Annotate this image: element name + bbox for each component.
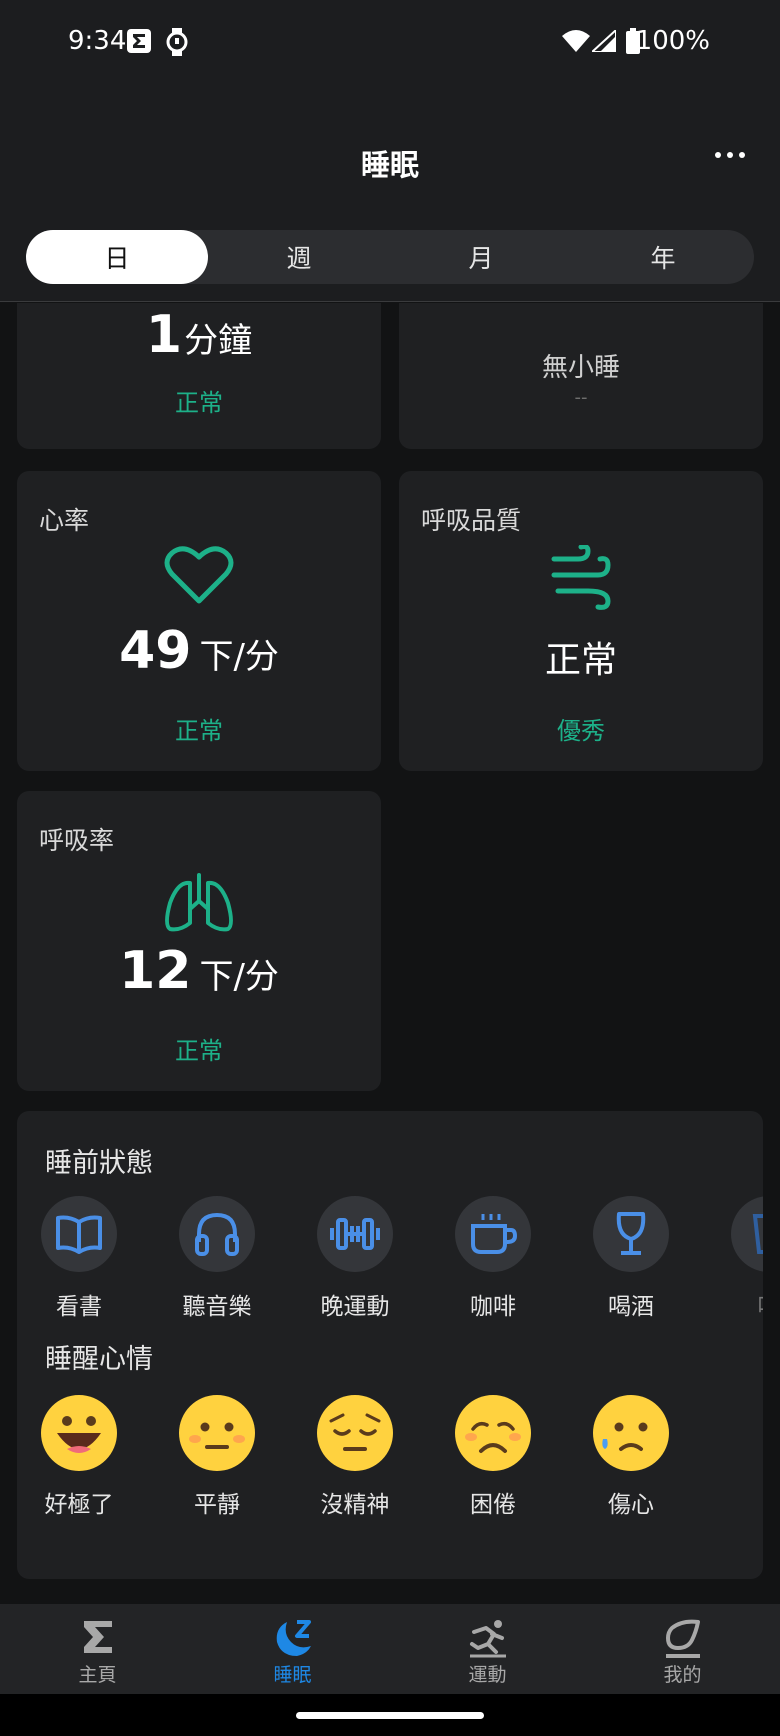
breathing-rate-status: 正常 <box>175 1037 223 1065</box>
nav-exercise[interactable]: 運動 <box>390 1604 585 1694</box>
nap-card[interactable]: 無小睡 -- <box>399 303 763 449</box>
weary-face-icon <box>455 1395 531 1471</box>
pre-sleep-coffee-button[interactable] <box>455 1196 531 1272</box>
bottom-navigation: 主頁 睡眠 運動 我的 <box>0 1604 780 1694</box>
running-icon <box>469 1620 506 1658</box>
pre-sleep-label: 喝 <box>704 1287 764 1321</box>
cup-icon <box>752 1214 763 1254</box>
pre-sleep-label: 咖啡 <box>470 1294 516 1320</box>
gesture-handle[interactable] <box>296 1712 484 1719</box>
nav-profile[interactable]: 我的 <box>585 1604 780 1694</box>
breathing-rate-title: 呼吸率 <box>39 826 115 855</box>
wine-glass-icon <box>616 1212 646 1255</box>
mood-sad-button[interactable] <box>593 1395 669 1475</box>
wind-icon <box>551 545 611 610</box>
app-bar: 睡眠 日 週 月 年 <box>0 90 780 302</box>
mood-label: 平靜 <box>194 1492 240 1518</box>
heart-rate-card[interactable]: 心率 49 下/分 正常 <box>17 471 381 771</box>
dumbbell-icon <box>330 1218 380 1250</box>
book-icon <box>56 1215 102 1254</box>
grinning-face-icon <box>41 1395 117 1471</box>
mood-sleepy-button[interactable] <box>455 1395 531 1475</box>
pre-sleep-label: 聽音樂 <box>182 1294 252 1320</box>
moon-sleep-icon <box>276 1620 311 1656</box>
profile-icon <box>665 1619 700 1658</box>
more-options-icon[interactable] <box>710 140 750 170</box>
tab-month[interactable]: 月 <box>390 230 572 284</box>
watch-icon <box>166 28 188 56</box>
neutral-face-icon <box>179 1395 255 1471</box>
mood-label: 沒精神 <box>320 1492 390 1518</box>
sigma-icon <box>83 1621 112 1653</box>
period-tabs: 日 週 月 年 <box>26 230 754 284</box>
pre-sleep-music-button[interactable] <box>179 1196 255 1272</box>
mood-label: 傷心 <box>608 1492 654 1518</box>
coffee-icon <box>471 1214 517 1254</box>
tab-day[interactable]: 日 <box>26 230 208 284</box>
mood-great-button[interactable] <box>41 1395 117 1475</box>
mood-calm-button[interactable] <box>179 1395 255 1475</box>
heart-icon <box>164 546 234 604</box>
battery-percent: 100% <box>635 26 710 56</box>
breathing-quality-card[interactable]: 呼吸品質 正常 優秀 <box>399 471 763 771</box>
breathing-quality-status: 優秀 <box>557 717 605 745</box>
pre-sleep-label: 喝酒 <box>608 1294 654 1320</box>
tab-year[interactable]: 年 <box>572 230 754 284</box>
awake-duration-value: 1分鐘 <box>145 305 253 365</box>
heart-rate-value: 49 下/分 <box>119 621 279 681</box>
sleep-log-card: 睡前狀態 看書 聽音樂 晚運動 咖啡 喝酒 睡醒心情 好極了 平靜 沒精神 困倦… <box>17 1111 763 1579</box>
status-bar: 9:34 100% <box>0 0 780 90</box>
awake-duration-card[interactable]: 1分鐘 正常 <box>17 303 381 449</box>
breathing-rate-card[interactable]: 呼吸率 12 下/分 正常 <box>17 791 381 1091</box>
nav-home[interactable]: 主頁 <box>0 1604 195 1694</box>
pre-sleep-label: 晚運動 <box>320 1294 390 1320</box>
cellular-signal-icon <box>592 30 616 52</box>
mood-label: 困倦 <box>470 1492 516 1518</box>
nav-sleep[interactable]: 睡眠 <box>195 1604 390 1694</box>
breathing-rate-value: 12 下/分 <box>119 941 279 1001</box>
sigma-app-icon <box>127 29 151 53</box>
heart-rate-title: 心率 <box>39 506 90 535</box>
page-title: 睡眠 <box>360 148 419 182</box>
tab-week[interactable]: 週 <box>208 230 390 284</box>
breathing-quality-title: 呼吸品質 <box>421 506 522 535</box>
wake-mood-title: 睡醒心情 <box>45 1344 153 1375</box>
sad-face-icon <box>593 1395 669 1471</box>
lungs-icon <box>165 873 233 932</box>
mood-label: 好極了 <box>44 1492 114 1518</box>
pre-sleep-drink-button[interactable] <box>731 1196 763 1272</box>
headphones-icon <box>195 1212 239 1256</box>
pre-sleep-alcohol-button[interactable] <box>593 1196 669 1272</box>
main-content[interactable]: 1分鐘 正常 無小睡 -- 心率 49 下/分 正常 呼吸品質 正常 優秀 呼吸率 <box>0 303 780 1603</box>
pre-sleep-label: 看書 <box>56 1294 102 1320</box>
pre-sleep-exercise-button[interactable] <box>317 1196 393 1272</box>
status-time: 9:34 <box>68 26 127 56</box>
mood-tired-button[interactable] <box>317 1395 393 1475</box>
pre-sleep-reading-button[interactable] <box>41 1196 117 1272</box>
pre-sleep-title: 睡前狀態 <box>45 1148 153 1179</box>
wifi-icon <box>562 30 590 52</box>
awake-status: 正常 <box>175 389 223 417</box>
breathing-quality-value: 正常 <box>544 640 617 681</box>
heart-rate-status: 正常 <box>175 717 223 745</box>
nap-value: -- <box>574 387 588 408</box>
tired-face-icon <box>317 1395 393 1471</box>
nap-title: 無小睡 <box>541 353 620 383</box>
